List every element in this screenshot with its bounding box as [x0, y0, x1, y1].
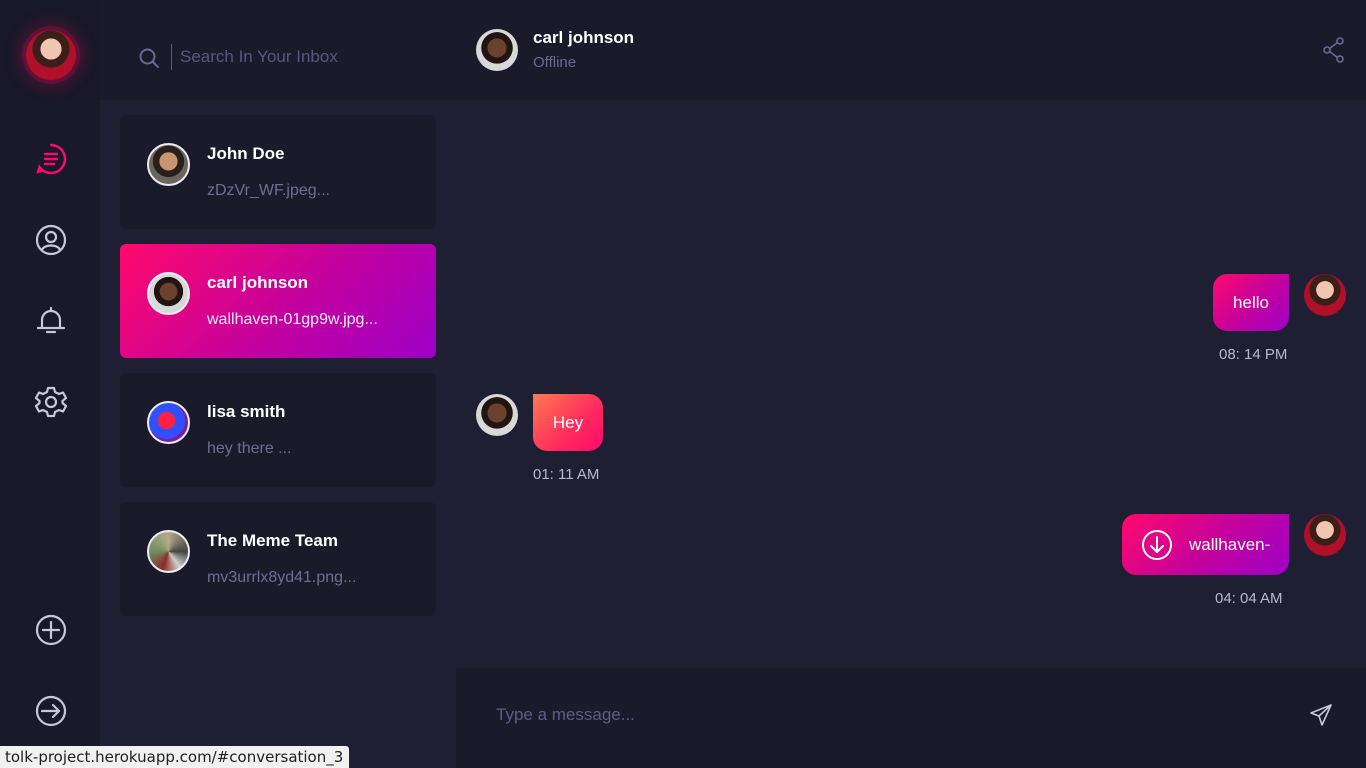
file-message-bubble[interactable]: wallhaven- — [1122, 514, 1289, 575]
chat-header: carl johnson Offline — [456, 0, 1366, 100]
conversation-item-the-meme-team[interactable]: The Meme Team mv3urrlx8yd41.png... — [120, 502, 436, 616]
chats-icon[interactable] — [33, 141, 69, 177]
chat-app: John Doe zDzVr_WF.jpeg... carl johnson w… — [0, 0, 1366, 768]
message-bubble-outgoing: hello — [1213, 274, 1289, 331]
status-bar-url: tolk-project.herokuapp.com/#conversation… — [0, 746, 350, 768]
conversation-item-lisa-smith[interactable]: lisa smith hey there ... — [120, 373, 436, 487]
add-icon[interactable] — [33, 612, 69, 648]
conversation-item-carl-johnson[interactable]: carl johnson wallhaven-01gp9w.jpg... — [120, 244, 436, 358]
message-time: 01: 11 AM — [533, 466, 600, 483]
conversation-preview: hey there ... — [207, 440, 292, 457]
message-input[interactable] — [476, 698, 996, 732]
notifications-icon[interactable] — [33, 303, 69, 339]
conversation-preview: wallhaven-01gp9w.jpg... — [207, 311, 378, 328]
conversation-item-john-doe[interactable]: John Doe zDzVr_WF.jpeg... — [120, 115, 436, 229]
conversation-preview: mv3urrlx8yd41.png... — [207, 569, 357, 586]
search-bar — [100, 0, 456, 100]
avatar — [147, 272, 190, 315]
contact-name: carl johnson — [533, 28, 635, 47]
logout-icon[interactable] — [33, 693, 69, 729]
conversation-name: carl johnson — [207, 273, 309, 292]
avatar — [147, 401, 190, 444]
conversation-name: John Doe — [207, 144, 285, 163]
message-bubble-incoming: Hey — [533, 394, 603, 451]
search-icon — [139, 48, 159, 68]
message-composer — [456, 668, 1366, 768]
message-time: 08: 14 PM — [1219, 346, 1288, 363]
conversation-list-panel: John Doe zDzVr_WF.jpeg... carl johnson w… — [100, 0, 456, 768]
avatar — [147, 530, 190, 573]
download-icon[interactable] — [1141, 529, 1173, 561]
conversation-name: lisa smith — [207, 402, 286, 421]
conversation-preview: zDzVr_WF.jpeg... — [207, 182, 330, 199]
settings-icon[interactable] — [33, 384, 69, 420]
contact-status: Offline — [533, 54, 577, 71]
send-icon[interactable] — [1309, 703, 1333, 727]
contact-avatar[interactable] — [476, 29, 518, 71]
nav-rail — [0, 0, 100, 768]
file-name: wallhaven- — [1189, 534, 1271, 554]
profile-icon[interactable] — [33, 222, 69, 258]
conversation-name: The Meme Team — [207, 531, 339, 550]
user-avatar[interactable] — [26, 30, 76, 80]
share-icon[interactable] — [1322, 37, 1346, 63]
message-time: 04: 04 AM — [1215, 590, 1283, 607]
search-input[interactable] — [171, 44, 431, 70]
avatar — [147, 143, 190, 186]
sender-avatar — [1304, 514, 1346, 556]
sender-avatar — [1304, 274, 1346, 316]
sender-avatar — [476, 394, 518, 436]
